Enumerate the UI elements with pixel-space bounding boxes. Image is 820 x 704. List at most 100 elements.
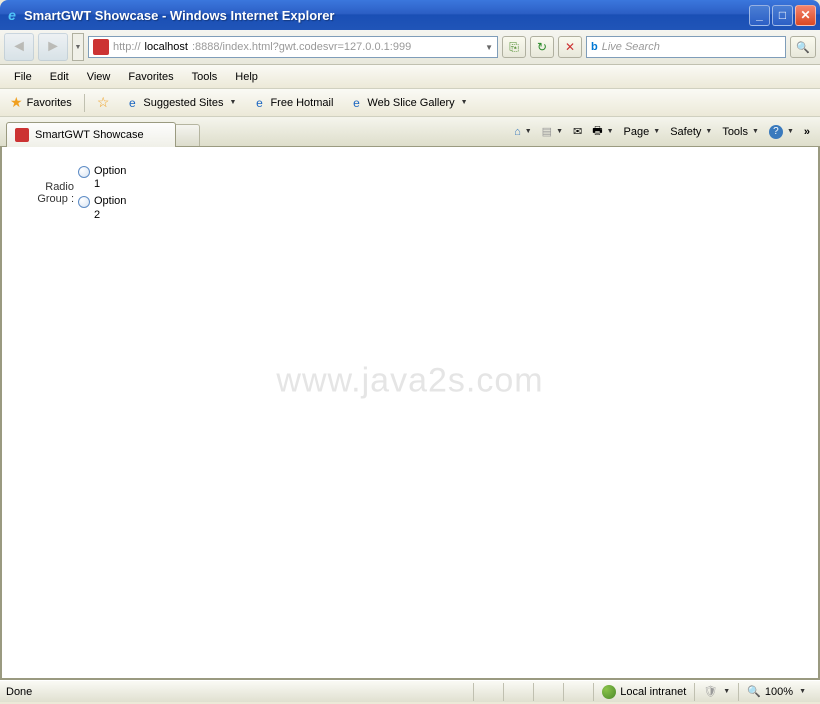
minimize-button[interactable]: _: [749, 5, 770, 26]
menu-favorites[interactable]: Favorites: [120, 68, 181, 86]
safety-menu[interactable]: Safety ▼: [666, 124, 716, 140]
back-button[interactable]: ◄: [4, 33, 34, 61]
hotmail-label: Free Hotmail: [270, 97, 333, 109]
zoom-icon: 🔍: [747, 685, 761, 698]
zoom-value: 100%: [765, 686, 793, 698]
chevron-down-icon: ▼: [787, 128, 794, 135]
refresh-button[interactable]: ↻: [530, 36, 554, 58]
page-label: Page: [624, 126, 650, 138]
help-icon: ?: [769, 125, 783, 139]
star-icon: ★: [10, 94, 23, 111]
bing-icon: b: [591, 41, 598, 53]
radio-icon: [78, 196, 90, 208]
read-mail-button[interactable]: ✉: [569, 123, 586, 140]
web-slice-button[interactable]: e Web Slice Gallery ▼: [345, 94, 471, 112]
favorites-bar: ★ Favorites ☆ e Suggested Sites ▼ e Free…: [0, 89, 820, 117]
radio-label-2: Option 2: [94, 195, 130, 221]
chevron-down-icon: ▼: [705, 128, 712, 135]
page-menu[interactable]: Page▼: [620, 124, 665, 140]
radio-icon: [78, 166, 90, 178]
star-icon: ☆: [97, 94, 110, 111]
menu-help[interactable]: Help: [227, 68, 266, 86]
print-button[interactable]: 🖶▼: [588, 120, 617, 143]
search-placeholder: Live Search: [602, 41, 660, 53]
shield-icon: 🛡: [703, 685, 717, 698]
tools-label: Tools: [722, 126, 748, 138]
tab-active[interactable]: SmartGWT Showcase: [6, 122, 176, 147]
chevron-down-icon: ▼: [556, 128, 563, 135]
globe-icon: e: [252, 96, 266, 110]
expand-button[interactable]: »: [800, 124, 814, 140]
search-button[interactable]: 🔍: [790, 36, 816, 58]
menu-edit[interactable]: Edit: [42, 68, 77, 86]
url-rest: :8888/index.html?gwt.codesvr=127.0.0.1:9…: [192, 41, 411, 53]
zoom-control[interactable]: 🔍 100% ▼: [738, 683, 814, 701]
chevron-down-icon: ▼: [723, 688, 730, 695]
form: Radio Group : Option 1 Option 2: [18, 163, 130, 224]
tab-title: SmartGWT Showcase: [35, 129, 144, 141]
command-bar: ⌂▼ ▤▼ ✉ 🖶▼ Page▼ Safety▼ Tools▼ ?▼ »: [510, 120, 814, 146]
radio-group: Option 1 Option 2: [78, 163, 130, 224]
mail-icon: ✉: [573, 125, 582, 138]
suggested-sites-button[interactable]: e Suggested Sites ▼: [121, 94, 240, 112]
menu-view[interactable]: View: [79, 68, 119, 86]
radio-option-1[interactable]: Option 1: [78, 163, 130, 193]
ie-icon: e: [4, 7, 20, 23]
status-zone[interactable]: Local intranet: [593, 683, 694, 701]
maximize-button[interactable]: □: [772, 5, 793, 26]
navigation-bar: ◄ ► ▼ http://localhost:8888/index.html?g…: [0, 30, 820, 65]
radio-option-2[interactable]: Option 2: [78, 193, 130, 223]
chevron-down-icon: ▼: [461, 99, 468, 106]
safety-label: Safety: [670, 126, 701, 138]
zone-icon: [602, 685, 616, 699]
status-pane-empty4: [563, 683, 593, 701]
forward-button[interactable]: ►: [38, 33, 68, 61]
menu-tools[interactable]: Tools: [184, 68, 226, 86]
window-controls: _ □ ✕: [749, 5, 816, 26]
stop-button[interactable]: ✕: [558, 36, 582, 58]
status-pane-empty1: [473, 683, 503, 701]
url-dropdown-icon[interactable]: ▼: [485, 43, 493, 52]
chevron-down-icon: ▼: [230, 99, 237, 106]
search-input[interactable]: b Live Search: [586, 36, 786, 58]
menu-file[interactable]: File: [6, 68, 40, 86]
help-button[interactable]: ?▼: [765, 123, 798, 141]
webslice-label: Web Slice Gallery: [367, 97, 454, 109]
window-title: SmartGWT Showcase - Windows Internet Exp…: [24, 8, 749, 23]
status-text: Done: [6, 686, 473, 698]
radio-group-label: Radio Group :: [18, 163, 78, 224]
tab-bar: SmartGWT Showcase ⌂▼ ▤▼ ✉ 🖶▼ Page▼ Safet…: [0, 117, 820, 147]
menu-bar: File Edit View Favorites Tools Help: [0, 65, 820, 89]
rss-icon: ▤: [542, 125, 552, 138]
globe-icon: e: [349, 96, 363, 110]
tools-menu[interactable]: Tools▼: [718, 124, 763, 140]
history-dropdown[interactable]: ▼: [72, 33, 84, 61]
suggested-label: Suggested Sites: [143, 97, 223, 109]
globe-icon: e: [125, 96, 139, 110]
radio-label-1: Option 1: [94, 165, 130, 191]
chevron-down-icon: ▼: [525, 128, 532, 135]
add-favorite-button[interactable]: ☆: [93, 92, 114, 113]
close-button[interactable]: ✕: [795, 5, 816, 26]
url-prefix: http://: [113, 41, 141, 53]
chevron-down-icon: ▼: [799, 688, 806, 695]
protected-mode[interactable]: 🛡▼: [694, 683, 738, 701]
divider: [84, 94, 85, 112]
watermark-text: www.java2s.com: [276, 361, 543, 400]
status-pane-empty2: [503, 683, 533, 701]
free-hotmail-button[interactable]: e Free Hotmail: [248, 94, 337, 112]
status-bar: Done Local intranet 🛡▼ 🔍 100% ▼: [0, 680, 820, 702]
zone-label: Local intranet: [620, 686, 686, 698]
printer-icon: 🖶: [592, 122, 602, 141]
home-icon: ⌂: [514, 126, 521, 138]
address-bar[interactable]: http://localhost:8888/index.html?gwt.cod…: [88, 36, 498, 58]
new-tab-button[interactable]: [176, 124, 200, 146]
home-button[interactable]: ⌂▼: [510, 124, 536, 140]
tab-site-icon: [15, 128, 29, 142]
page-content: Radio Group : Option 1 Option 2 www.java…: [0, 147, 820, 680]
chevron-down-icon: ▼: [653, 128, 660, 135]
compat-button[interactable]: ⎘: [502, 36, 526, 58]
site-icon: [93, 39, 109, 55]
feeds-button[interactable]: ▤▼: [538, 123, 567, 140]
favorites-button[interactable]: ★ Favorites: [6, 92, 76, 113]
